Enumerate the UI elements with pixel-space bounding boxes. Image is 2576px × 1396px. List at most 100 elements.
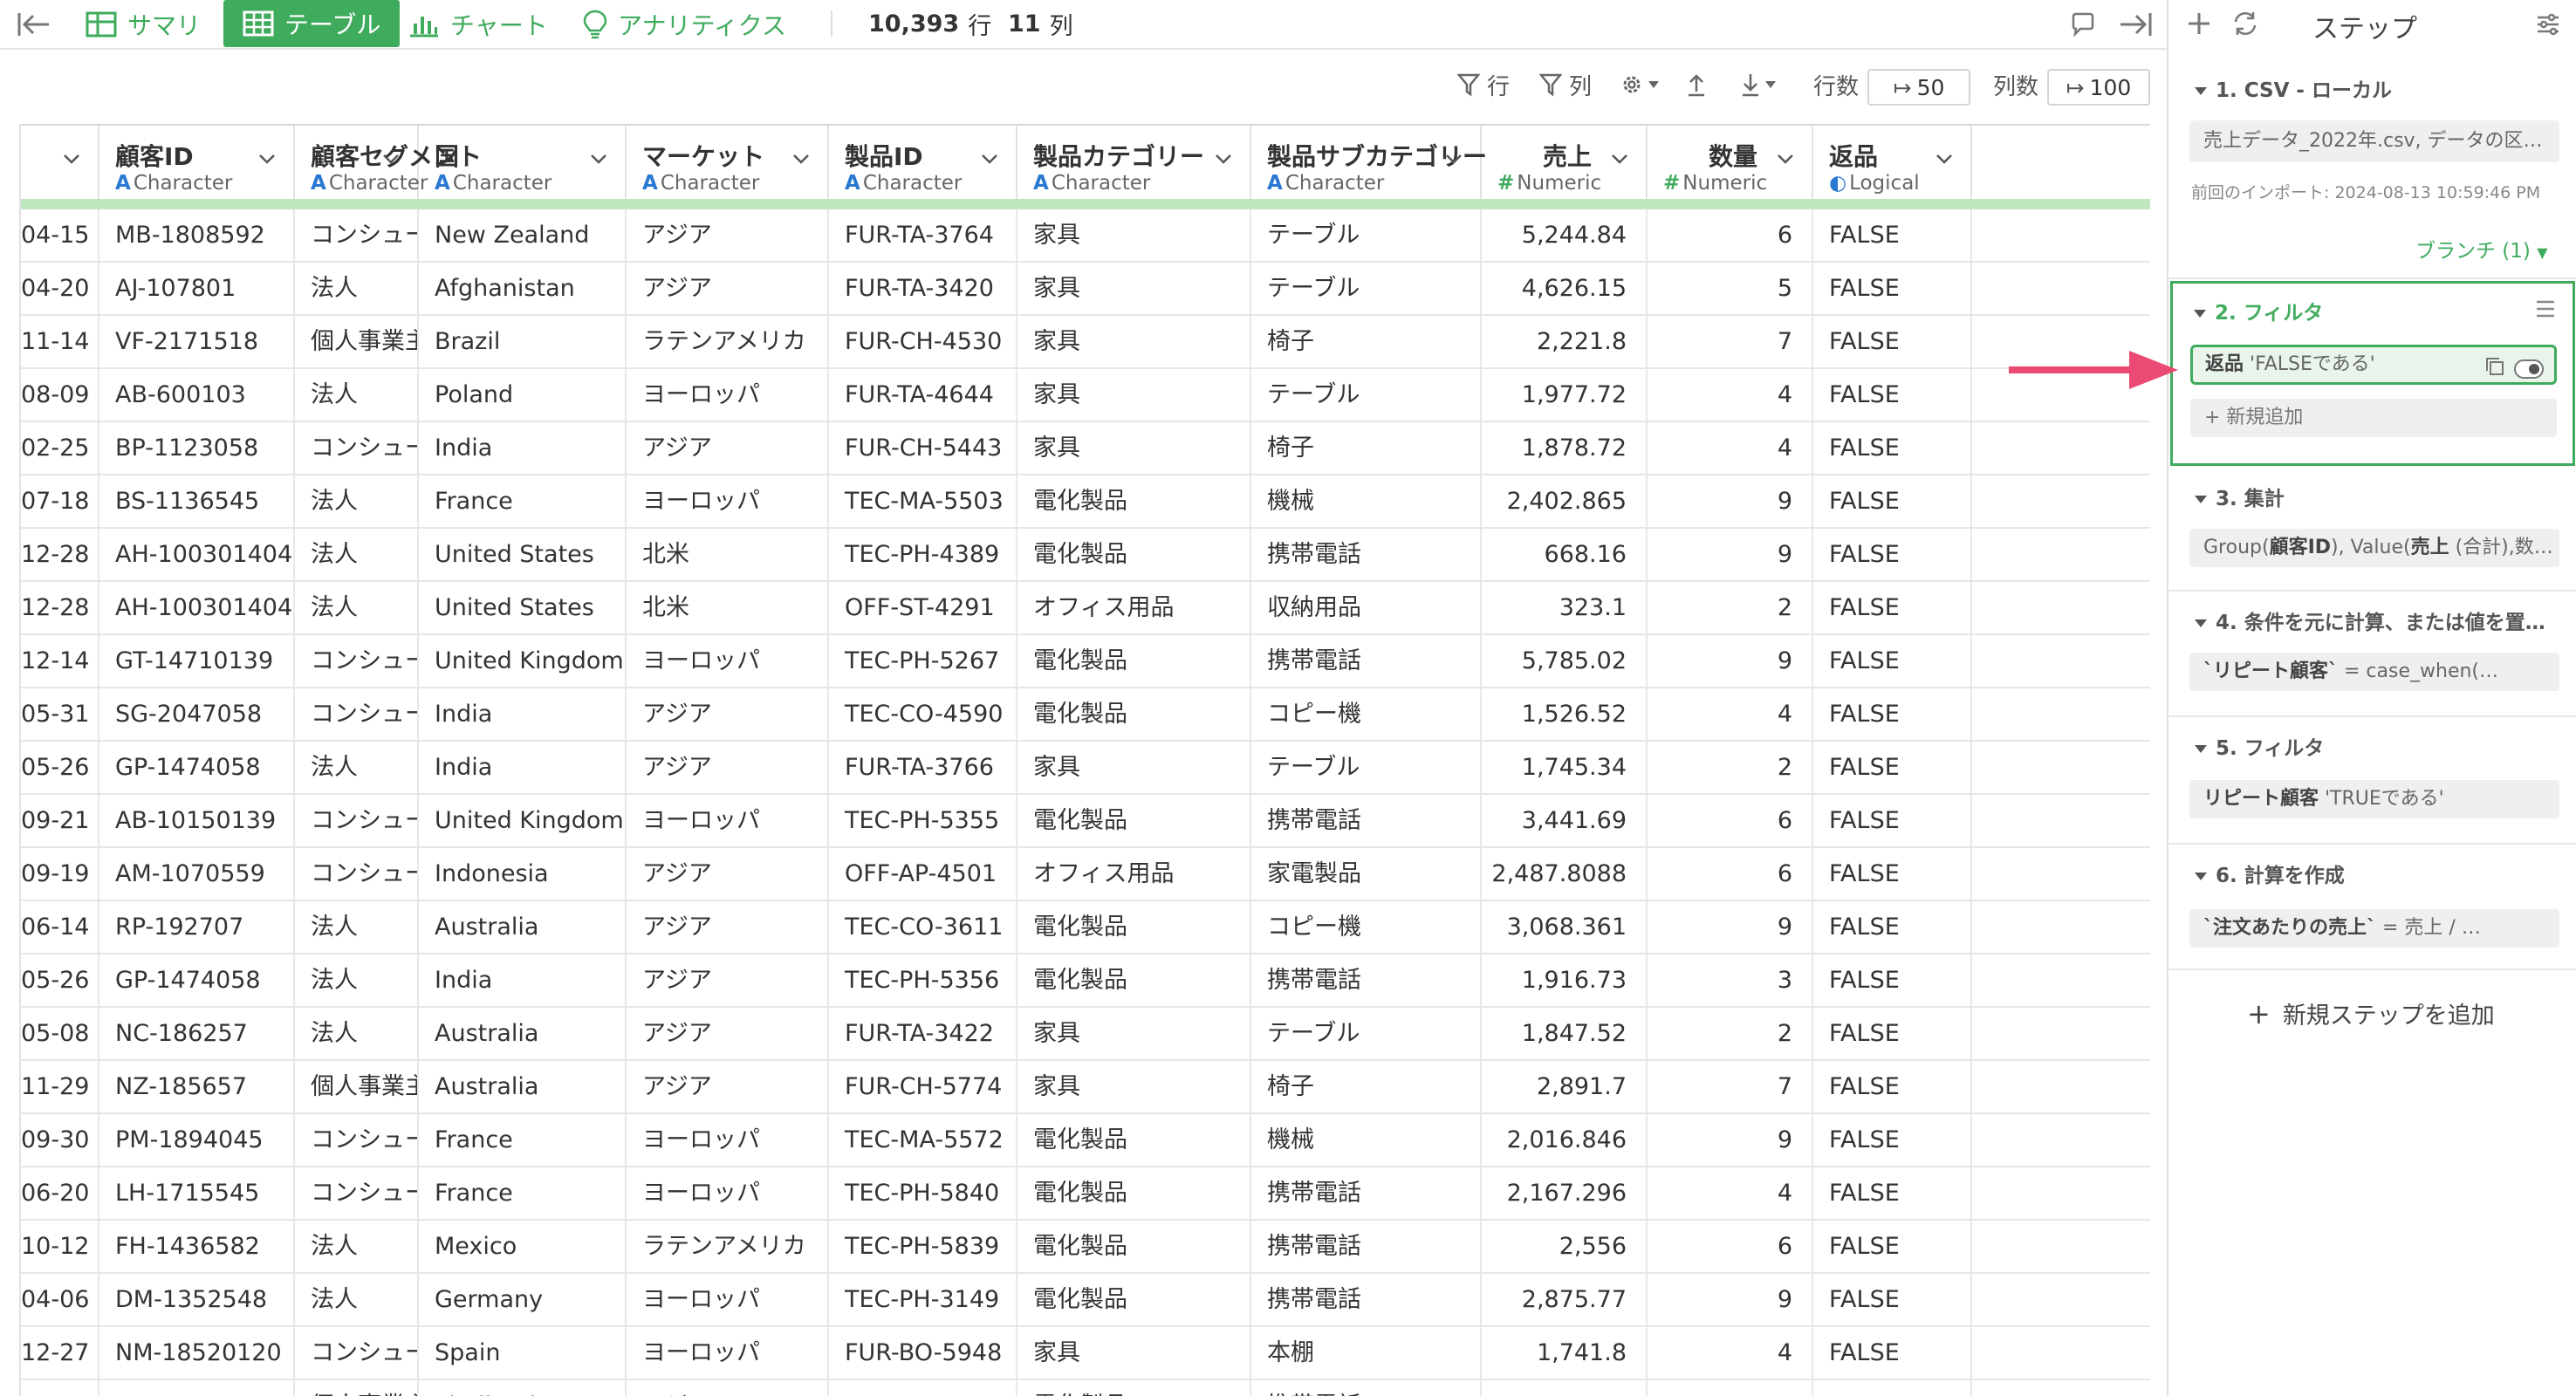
table-cell[interactable]: ヨーロッパ	[627, 369, 829, 421]
table-cell[interactable]: 北米	[627, 582, 829, 633]
table-cell[interactable]: FALSE	[1813, 1274, 1972, 1325]
table-cell[interactable]: 1,741.8	[1482, 1327, 1648, 1379]
table-cell[interactable]: 4	[1648, 1327, 1813, 1379]
column-header-date[interactable]	[21, 126, 99, 201]
table-cell[interactable]: Poland	[419, 369, 627, 421]
table-cell[interactable]: FUR-TA-3766	[829, 742, 1017, 793]
table-cell[interactable]: 5,785.02	[1482, 635, 1648, 687]
table-cell[interactable]: RP-192707	[99, 901, 295, 953]
table-cell[interactable]: BP-1123058	[99, 422, 295, 474]
table-cell[interactable]: FALSE	[1813, 1114, 1972, 1166]
table-cell[interactable]: France	[419, 1114, 627, 1166]
table-cell[interactable]: France	[419, 476, 627, 527]
table-cell[interactable]: 電化製品	[1017, 901, 1251, 953]
table-cell[interactable]: FUR-BO-5948	[829, 1327, 1017, 1379]
table-cell[interactable]: 電化製品	[1017, 635, 1251, 687]
menu-icon[interactable]	[2535, 299, 2556, 322]
date-cell[interactable]: 04-06	[21, 1274, 99, 1325]
table-cell[interactable]: GP-1474058	[99, 742, 295, 793]
branch-dropdown[interactable]: ブランチ (1) ▼	[2415, 234, 2548, 263]
table-cell[interactable]: 6	[1648, 795, 1813, 846]
table-cell[interactable]: 1,977.72	[1482, 369, 1648, 421]
table-cell[interactable]: 家具	[1017, 1008, 1251, 1059]
table-cell[interactable]: 323.1	[1482, 582, 1648, 633]
table-cell[interactable]: 7	[1648, 1061, 1813, 1112]
table-cell[interactable]: GP-1474058	[99, 955, 295, 1006]
table-cell[interactable]: Australia	[419, 1061, 627, 1112]
table-cell[interactable]: 2,556	[1482, 1221, 1648, 1272]
table-cell[interactable]: オフィス用品	[1017, 582, 1251, 633]
filter-condition[interactable]: 返品 'FALSEである'	[2190, 345, 2557, 385]
table-cell[interactable]: 家具	[1017, 1327, 1251, 1379]
table-cell[interactable]: 北米	[627, 529, 829, 580]
table-cell[interactable]: Indonesia	[419, 848, 627, 900]
settings-dropdown[interactable]	[1620, 67, 1660, 102]
table-cell[interactable]: 家具	[1017, 209, 1251, 261]
date-cell[interactable]: 10-12	[21, 1221, 99, 1272]
table-cell[interactable]: NM-18520120	[99, 1327, 295, 1379]
chevron-down-icon[interactable]	[1775, 148, 1796, 169]
table-cell[interactable]: FALSE	[1813, 263, 1972, 314]
column-header[interactable]: 製品カテゴリー A Character	[1017, 126, 1251, 201]
table-cell[interactable]: 椅子	[1251, 422, 1482, 474]
table-row[interactable]: 10-12 FH-1436582 法人 Mexico ラテンアメリカ TEC-PH-583…	[21, 1221, 2150, 1274]
table-row[interactable]: 09-30PM-1894045コンシューマーFranceヨーロッパTEC-MA-…	[21, 1114, 2150, 1167]
table-row[interactable]: 08-17EM-14200130個人事業主ThailandアジアTEC-PH-5…	[21, 1380, 2150, 1396]
date-cell[interactable]: 12-28	[21, 529, 99, 580]
table-cell[interactable]: Afghanistan	[419, 263, 627, 314]
table-row[interactable]: 06-14 RP-192707 法人 Australia アジア TEC-CO-3611 電…	[21, 901, 2150, 955]
add-condition-button[interactable]: + 新規追加	[2190, 399, 2557, 437]
table-cell[interactable]: TEC-PH-4389	[829, 529, 1017, 580]
date-cell[interactable]: 12-27	[21, 1327, 99, 1379]
copy-icon[interactable]	[2484, 354, 2505, 389]
table-cell[interactable]: コンシューマー	[295, 1327, 419, 1379]
table-cell[interactable]: France	[419, 1167, 627, 1219]
table-cell[interactable]: 9	[1648, 635, 1813, 687]
date-cell[interactable]: 06-20	[21, 1167, 99, 1219]
table-cell[interactable]: 1,526.52	[1482, 688, 1648, 740]
table-cell[interactable]: 2	[1648, 742, 1813, 793]
date-cell[interactable]: 11-14	[21, 316, 99, 367]
date-cell[interactable]: 05-26	[21, 742, 99, 793]
add-step-icon[interactable]	[2186, 10, 2212, 40]
table-cell[interactable]: 個人事業主	[295, 316, 419, 367]
table-cell[interactable]: ヨーロッパ	[627, 1114, 829, 1166]
table-cell[interactable]: 9	[1648, 1274, 1813, 1325]
table-cell[interactable]: 6	[1648, 1221, 1813, 1272]
table-cell[interactable]: 668.16	[1482, 529, 1648, 580]
chevron-down-icon[interactable]	[1443, 148, 1464, 169]
table-row[interactable]: 12-28 AH-100301404 法人 United States 北米 TEC-PH…	[21, 529, 2150, 582]
table-cell[interactable]: OFF-AP-4501	[829, 848, 1017, 900]
column-header[interactable]: 国 A Character	[419, 126, 627, 201]
table-cell[interactable]: 4	[1648, 688, 1813, 740]
table-cell[interactable]: 携帯電話	[1251, 1274, 1482, 1325]
table-cell[interactable]: 4	[1648, 369, 1813, 421]
table-cell[interactable]: 家電製品	[1251, 848, 1482, 900]
table-cell[interactable]: FUR-CH-5443	[829, 422, 1017, 474]
column-header[interactable]: 数量 # Numeric	[1648, 126, 1813, 201]
table-cell[interactable]: 7	[1648, 1380, 1813, 1396]
table-cell[interactable]: 電化製品	[1017, 529, 1251, 580]
table-cell[interactable]: アジア	[627, 422, 829, 474]
table-cell[interactable]: ラテンアメリカ	[627, 316, 829, 367]
table-row[interactable]: 11-14 VF-2171518 個人事業主 Brazil ラテンアメリカ FUR-CH-…	[21, 316, 2150, 369]
table-cell[interactable]: 5	[1648, 263, 1813, 314]
table-cell[interactable]: 2,875.77	[1482, 1274, 1648, 1325]
table-cell[interactable]: TEC-PH-3149	[829, 1274, 1017, 1325]
table-cell[interactable]: ヨーロッパ	[627, 1327, 829, 1379]
table-cell[interactable]: TEC-PH-5356	[829, 955, 1017, 1006]
table-cell[interactable]: アジア	[627, 688, 829, 740]
table-cell[interactable]: FALSE	[1813, 1221, 1972, 1272]
table-cell[interactable]: 電化製品	[1017, 1274, 1251, 1325]
table-cell[interactable]: 家具	[1017, 742, 1251, 793]
toggle-switch[interactable]	[2514, 356, 2544, 391]
table-cell[interactable]: アジア	[627, 1008, 829, 1059]
step-1-csv[interactable]: 1. CSV - ローカル 売上データ_2022年.csv, データの区… 前回…	[2168, 61, 2576, 279]
table-cell[interactable]: 2,487.8088	[1482, 848, 1648, 900]
table-cell[interactable]: FALSE	[1813, 1061, 1972, 1112]
table-cell[interactable]: アジア	[627, 955, 829, 1006]
table-cell[interactable]: 2,221.8	[1482, 316, 1648, 367]
table-cell[interactable]: FUR-TA-3422	[829, 1008, 1017, 1059]
tab-table[interactable]: テーブル	[223, 0, 401, 47]
table-cell[interactable]: コンシューマー	[295, 848, 419, 900]
